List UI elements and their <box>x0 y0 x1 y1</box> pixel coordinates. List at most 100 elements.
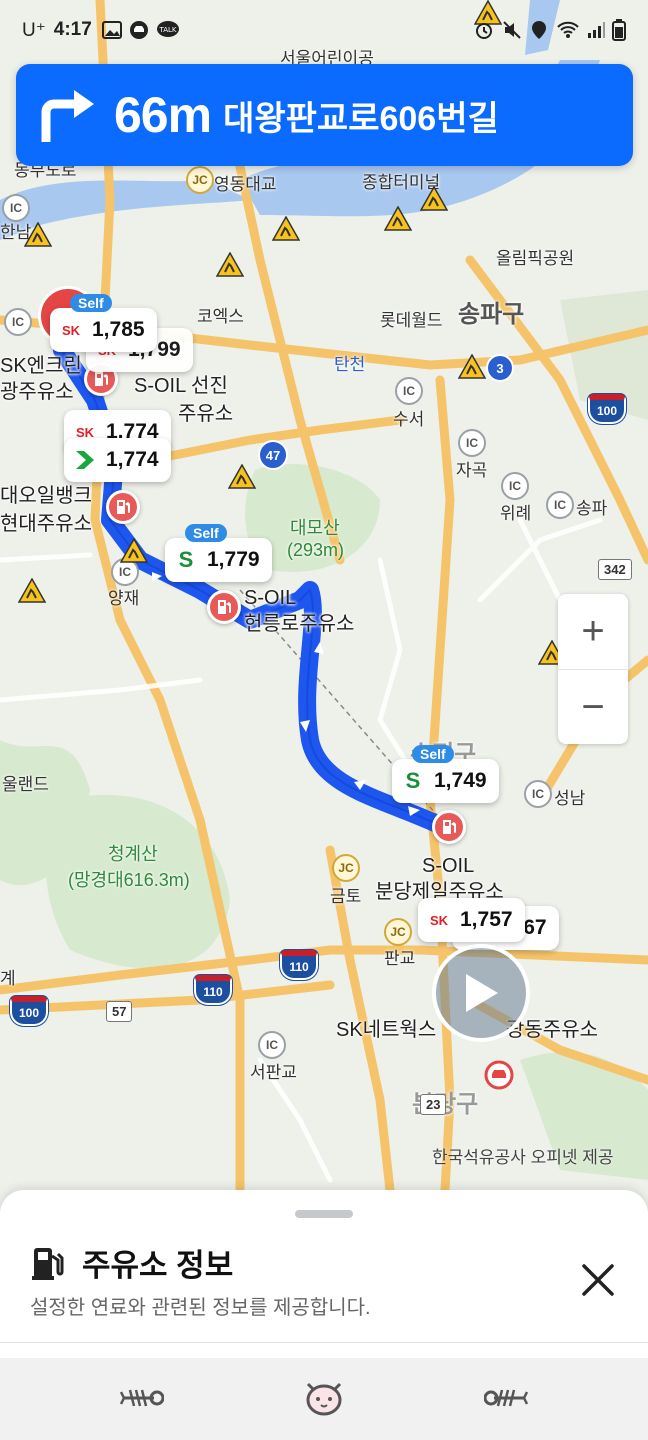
junction-marker: JC <box>186 166 214 194</box>
warning-icon <box>272 216 300 241</box>
map-label: 송파구 <box>458 301 525 328</box>
map-label: 롯데월드 <box>380 311 443 330</box>
price-tag[interactable]: Self S 1,749 <box>392 745 499 803</box>
highway-shield: 100 <box>10 996 48 1026</box>
s-oil-logo-icon: S <box>178 547 194 572</box>
interchange-marker: IC <box>501 472 529 500</box>
map-label: 자곡 <box>456 461 488 480</box>
gas-station-pin[interactable] <box>207 590 241 624</box>
route-number: 57 <box>106 1001 133 1022</box>
map-label: 성남 <box>554 789 586 808</box>
map-label: 금토 <box>330 887 362 906</box>
self-badge: Self <box>412 745 454 763</box>
interchange-marker: IC <box>546 491 574 519</box>
hyundai-oilbank-logo-icon <box>72 447 98 473</box>
highway-shield: 100 <box>588 394 626 424</box>
warning-icon <box>120 538 148 563</box>
talk-icon: TALK <box>156 21 179 37</box>
route-shield: 47 <box>258 440 288 470</box>
map-label: 올림픽공원 <box>496 249 575 268</box>
fish-bone-icon[interactable] <box>120 1380 164 1416</box>
route-number: 342 <box>598 559 632 580</box>
station-name: 광주유소 <box>0 381 74 403</box>
station-name: 헌릉로주유소 <box>244 613 355 635</box>
price-tag[interactable]: SK 1,757 <box>418 898 525 942</box>
station-name: 현대주유소 <box>0 513 92 535</box>
carrier-label: U⁺ <box>22 19 46 41</box>
station-name: S-OIL 선진 <box>134 375 228 397</box>
svg-text:TALK: TALK <box>158 26 176 34</box>
cat-face-icon[interactable] <box>302 1380 346 1416</box>
map-label: 청계산 <box>108 844 158 864</box>
turn-right-icon <box>41 90 94 142</box>
interchange-marker: IC <box>258 1031 286 1059</box>
interchange-marker: IC <box>458 429 486 457</box>
status-time: 4:17 <box>53 19 92 40</box>
location-icon <box>532 21 546 39</box>
warning-icon <box>228 464 256 489</box>
signal-icon <box>588 22 605 38</box>
sheet-drag-handle[interactable] <box>295 1210 353 1218</box>
map-label: 울랜드 <box>2 775 49 794</box>
junction-marker: JC <box>332 854 360 882</box>
turn-road-name: 대왕판교로606번길 <box>223 99 499 138</box>
status-bar: U⁺ 4:17 TALK <box>0 0 648 60</box>
map-label: 코엑스 <box>197 307 244 326</box>
warning-icon <box>216 252 244 277</box>
price-value: 1,785 <box>92 318 145 341</box>
highway-shield: 110 <box>280 950 318 980</box>
price-value: 1,757 <box>460 908 513 931</box>
route-number: 23 <box>420 1094 447 1115</box>
navi-app-icon <box>129 21 148 39</box>
map-label: 영동대교 <box>214 175 277 194</box>
close-icon[interactable] <box>576 1258 620 1302</box>
price-value: 1,774 <box>106 448 159 471</box>
route-shield: 3 <box>486 354 514 382</box>
play-icon <box>466 974 498 1012</box>
zoom-in-button[interactable]: + <box>558 594 628 669</box>
warning-icon <box>18 578 46 603</box>
price-tag[interactable]: Self SK 1,785 <box>50 294 157 352</box>
map-label: (293m) <box>287 540 345 560</box>
data-attribution: 한국석유공사 오피넷 제공 <box>432 1148 614 1167</box>
price-tag[interactable]: 1,774 <box>64 438 171 482</box>
interchange-marker: IC <box>524 780 552 808</box>
system-navigation-bar <box>0 1358 648 1440</box>
sheet-title: 주유소 정보 <box>82 1248 234 1283</box>
interchange-marker: IC <box>395 377 423 405</box>
map-label: 위례 <box>500 504 532 523</box>
warning-icon <box>420 186 448 211</box>
car-marker-icon <box>484 1060 514 1090</box>
price-tag[interactable]: Self S 1,779 <box>165 524 272 582</box>
turn-instruction-banner[interactable]: 66m 대왕판교로606번길 <box>16 64 633 166</box>
map-label: 양재 <box>108 589 140 608</box>
highway-shield: 110 <box>194 975 232 1005</box>
station-name: SK네트웍스 <box>336 1019 437 1041</box>
fuel-pump-icon <box>32 1248 64 1280</box>
map-label: 계 <box>0 969 16 988</box>
station-name: S-OIL <box>244 587 297 609</box>
sheet-divider <box>0 1342 648 1343</box>
map-label: 탄천 <box>334 355 366 374</box>
station-name: 주유소 <box>178 403 234 425</box>
map-label: (망경대616.3m) <box>68 870 190 890</box>
mute-icon <box>503 21 521 39</box>
price-value: 1,779 <box>207 548 260 571</box>
warning-icon <box>384 206 412 231</box>
junction-marker: JC <box>384 918 412 946</box>
gas-station-pin[interactable] <box>432 810 466 844</box>
turn-distance: 66m <box>114 87 212 143</box>
battery-icon <box>612 19 626 41</box>
resume-navigation-button[interactable] <box>432 944 530 1042</box>
zoom-out-button[interactable]: − <box>558 669 628 744</box>
station-name: 대오일뱅크 <box>0 485 92 507</box>
map-label: 대모산 <box>290 518 340 538</box>
warning-icon <box>24 222 52 247</box>
warning-icon <box>458 354 486 379</box>
station-name: S-OIL <box>422 855 475 877</box>
fish-bone-icon[interactable] <box>484 1380 528 1416</box>
map-label: 판교 <box>384 949 416 968</box>
gas-station-pin[interactable] <box>106 490 140 524</box>
wifi-icon <box>557 21 579 38</box>
map-label: 수서 <box>393 410 425 429</box>
